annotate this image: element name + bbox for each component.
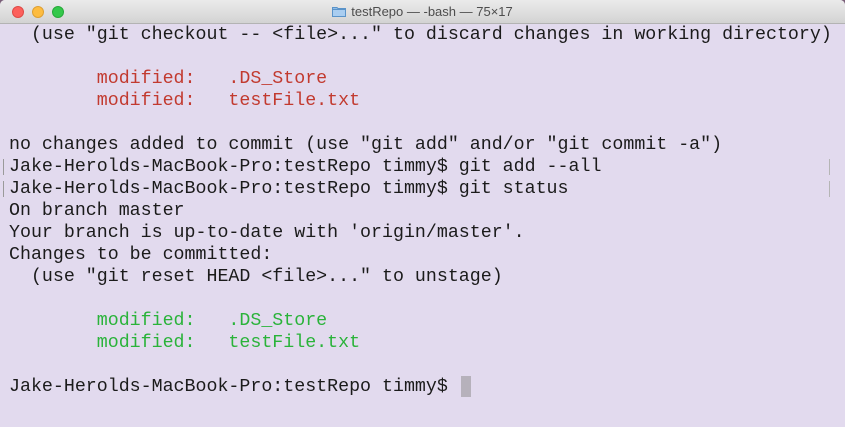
shell-prompt: Jake-Herolds-MacBook-Pro:testRepo timmy$ [9, 377, 459, 397]
scroll-marker [829, 181, 830, 197]
output-line: no changes added to commit (use "git add… [9, 135, 723, 155]
title-bar[interactable]: testRepo — -bash — 75×17 [0, 0, 845, 24]
file-name: .DS_Store [228, 69, 328, 89]
output-line: Changes to be committed: [9, 245, 273, 265]
unstaged-file-line: modified: testFile.txt [0, 90, 836, 112]
modified-label: modified: [9, 333, 229, 353]
file-name: testFile.txt [228, 333, 361, 353]
modified-label: modified: [9, 91, 229, 111]
output-line: (use "git checkout -- <file>..." to disc… [9, 25, 832, 45]
modified-label: modified: [9, 311, 229, 331]
command-text: Jake-Herolds-MacBook-Pro:testRepo timmy$… [9, 179, 569, 199]
output-line: (use "git reset HEAD <file>..." to unsta… [9, 267, 503, 287]
folder-icon [332, 6, 347, 17]
terminal-output[interactable]: (use "git checkout -- <file>..." to disc… [0, 24, 836, 427]
window-title: testRepo — -bash — 75×17 [351, 4, 513, 19]
output-line: Your branch is up-to-date with 'origin/m… [9, 223, 525, 243]
prompt-line[interactable]: Jake-Herolds-MacBook-Pro:testRepo timmy$ [0, 376, 836, 398]
command-line: Jake-Herolds-MacBook-Pro:testRepo timmy$… [0, 156, 836, 178]
modified-label: modified: [9, 69, 229, 89]
text-cursor [460, 376, 471, 397]
file-name: .DS_Store [228, 311, 328, 331]
command-mark [3, 181, 4, 197]
terminal-window: testRepo — -bash — 75×17 (use "git check… [0, 0, 845, 427]
command-mark [3, 159, 4, 175]
output-line: On branch master [9, 201, 185, 221]
staged-file-line: modified: testFile.txt [0, 332, 836, 354]
scroll-marker [829, 159, 830, 175]
command-text: Jake-Herolds-MacBook-Pro:testRepo timmy$… [9, 157, 602, 177]
staged-file-line: modified: .DS_Store [0, 310, 836, 332]
unstaged-file-line: modified: .DS_Store [0, 68, 836, 90]
command-line: Jake-Herolds-MacBook-Pro:testRepo timmy$… [0, 178, 836, 200]
file-name: testFile.txt [228, 91, 361, 111]
window-title-container: testRepo — -bash — 75×17 [0, 0, 845, 23]
